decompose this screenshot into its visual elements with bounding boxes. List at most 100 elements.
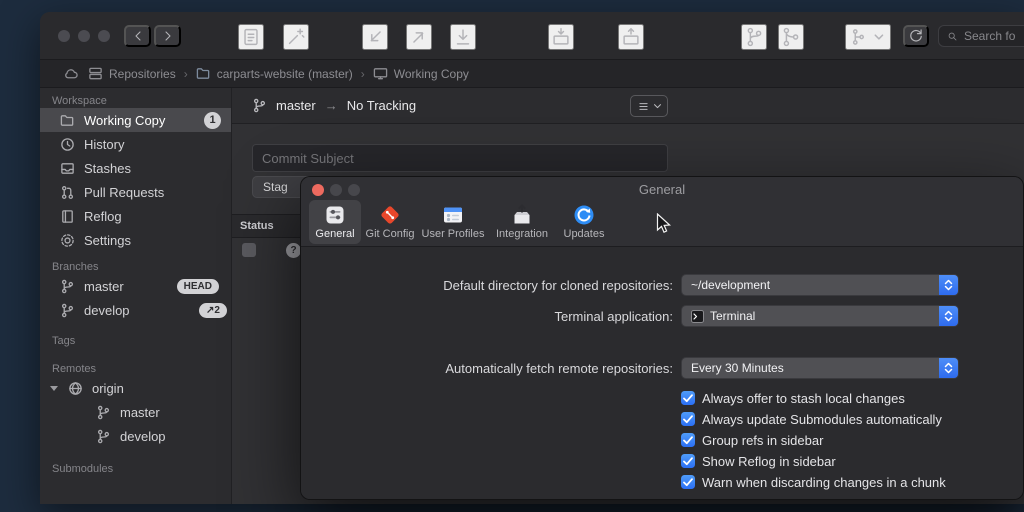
sidebar-section-tags: Tags (40, 334, 231, 348)
tab-user-profiles[interactable]: User Profiles (419, 200, 487, 244)
sidebar-item-reflog[interactable]: Reflog (40, 204, 231, 228)
pending-count-badge: 1 (204, 112, 221, 129)
checkbox-checked-icon (681, 433, 695, 447)
tab-updates[interactable]: Updates (557, 200, 611, 244)
chevron-left-icon (130, 28, 146, 44)
git-branch-icon (96, 405, 111, 420)
branch-button[interactable] (741, 24, 767, 50)
updates-icon (572, 203, 596, 227)
general-prefs-icon (323, 203, 347, 227)
popup-arrows-icon (939, 358, 958, 378)
tab-git-config[interactable]: Git Config (363, 200, 417, 244)
checkbox-stash-local-changes[interactable]: Always offer to stash local changes (681, 390, 905, 406)
sidebar-item-working-copy[interactable]: Working Copy 1 (40, 108, 231, 132)
back-button[interactable] (124, 25, 151, 47)
repositories-stack-icon (88, 66, 103, 81)
sidebar-item-branch-master[interactable]: master HEAD (40, 274, 231, 298)
unstash-button[interactable] (618, 24, 644, 50)
branch-header: master → No Tracking (232, 88, 1024, 124)
sidebar-item-settings[interactable]: Settings (40, 228, 231, 252)
mouse-cursor (656, 213, 672, 235)
git-branch-icon (96, 429, 111, 444)
checkbox-group-refs[interactable]: Group refs in sidebar (681, 432, 823, 448)
sidebar-item-pull-requests[interactable]: Pull Requests (40, 180, 231, 204)
popup-value: Terminal (710, 309, 755, 323)
checkbox-checked-icon (681, 475, 695, 489)
git-config-icon (378, 203, 402, 227)
push-button[interactable] (406, 24, 432, 50)
sidebar-item-history[interactable]: History (40, 132, 231, 156)
clock-icon (60, 137, 75, 152)
globe-icon (68, 381, 83, 396)
user-profiles-icon (441, 203, 465, 227)
popup-value: ~/development (691, 278, 770, 292)
folder-icon (60, 113, 75, 128)
sidebar-section-branches: Branches (40, 260, 231, 274)
integration-icon (510, 203, 534, 227)
cloud-icon[interactable] (62, 66, 80, 81)
tracking-label: No Tracking (347, 98, 416, 113)
auto-fetch-select[interactable]: Every 30 Minutes (681, 357, 959, 379)
terminal-application-select[interactable]: Terminal (681, 305, 959, 327)
merge-icon (780, 26, 802, 48)
terminal-application-label: Terminal application: (321, 309, 673, 324)
sidebar-section-workspace: Workspace (40, 94, 231, 108)
minimize-window-button[interactable] (78, 30, 90, 42)
pull-button[interactable] (362, 24, 388, 50)
breadcrumb: Repositories › carparts-website (master)… (40, 60, 1024, 88)
sidebar: Workspace Working Copy 1 History Stashes… (40, 88, 232, 504)
git-flow-dropdown[interactable] (845, 24, 891, 50)
sidebar-item-remote-develop[interactable]: develop (40, 424, 231, 448)
refresh-button[interactable] (903, 25, 929, 47)
search-icon (946, 30, 959, 43)
breadcrumb-repository[interactable]: carparts-website (master) (196, 66, 353, 81)
commit-options-dropdown[interactable] (630, 95, 668, 117)
sidebar-section-submodules: Submodules (40, 462, 231, 476)
git-branch-icon (252, 98, 267, 113)
sidebar-item-branch-develop[interactable]: develop ↗2 (40, 298, 231, 322)
breadcrumb-separator: › (184, 67, 188, 81)
untracked-status-badge: ? (286, 243, 301, 258)
window-toolbar: Search fo (40, 12, 1024, 60)
checkbox-warn-discard-chunk[interactable]: Warn when discarding changes in a chunk (681, 474, 946, 490)
fetch-button[interactable] (450, 24, 476, 50)
head-badge: HEAD (177, 279, 219, 294)
journal-icon (60, 209, 75, 224)
search-field[interactable]: Search fo (938, 25, 1024, 47)
current-branch-label: master (276, 98, 316, 113)
close-window-button[interactable] (58, 30, 70, 42)
chevron-right-icon (160, 28, 176, 44)
commit-subject-input[interactable] (252, 144, 668, 172)
disclosure-triangle-icon[interactable] (50, 386, 58, 391)
sidebar-item-remote-master[interactable]: master (40, 400, 231, 424)
breadcrumb-working-copy[interactable]: Working Copy (373, 66, 469, 81)
gear-icon (60, 233, 75, 248)
git-branch-icon (60, 279, 75, 294)
commit-button[interactable] (238, 24, 264, 50)
magic-wand-button[interactable] (283, 24, 309, 50)
checkbox-checked-icon (681, 391, 695, 405)
sidebar-item-remote-origin[interactable]: origin (40, 376, 231, 400)
sidebar-section-remotes: Remotes (40, 362, 231, 376)
checkbox-show-reflog[interactable]: Show Reflog in sidebar (681, 453, 836, 469)
checkbox-update-submodules[interactable]: Always update Submodules automatically (681, 411, 942, 427)
merge-button[interactable] (778, 24, 804, 50)
default-directory-select[interactable]: ~/development (681, 274, 959, 296)
breadcrumb-repositories[interactable]: Repositories (88, 66, 176, 81)
chevron-down-icon (653, 103, 662, 110)
zoom-window-button[interactable] (98, 30, 110, 42)
default-directory-label: Default directory for cloned repositorie… (321, 278, 673, 293)
tab-integration[interactable]: Integration (489, 200, 555, 244)
stash-icon (550, 26, 572, 48)
dialog-title: General (301, 182, 1023, 197)
dialog-toolbar: General General Git Config (301, 177, 1023, 247)
commit-icon (240, 26, 262, 48)
file-checkbox[interactable] (242, 243, 256, 257)
tracking-arrow: → (325, 98, 338, 113)
tab-general[interactable]: General (309, 200, 361, 244)
stash-button[interactable] (548, 24, 574, 50)
hamburger-icon (637, 100, 650, 113)
pull-request-icon (60, 185, 75, 200)
sidebar-item-stashes[interactable]: Stashes (40, 156, 231, 180)
forward-button[interactable] (154, 25, 181, 47)
